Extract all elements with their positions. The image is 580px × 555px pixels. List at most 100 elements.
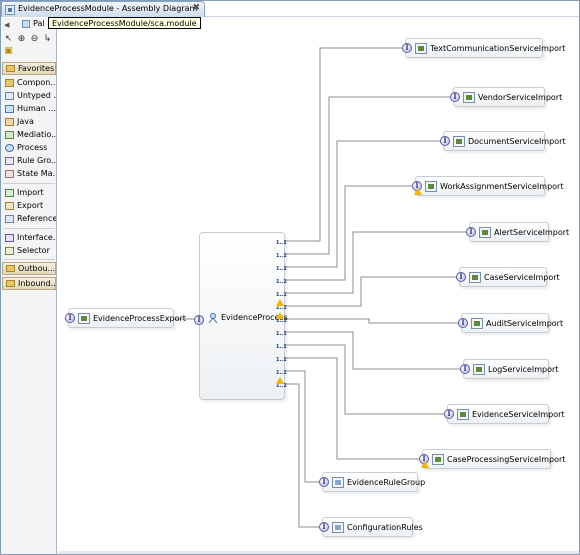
palette: ◀ Pal ↖ ⊕ ⊖ ↳ ▣ Favorites Compon... Unty…	[1, 18, 57, 554]
wire-document	[284, 140, 443, 268]
drawer-outbound[interactable]: Outbou...	[2, 262, 56, 275]
palette-item-label: State Ma...	[17, 169, 56, 178]
reference-multiplicity[interactable]: 1..1	[276, 266, 287, 272]
rule-group-icon	[332, 522, 344, 533]
palette-item-components[interactable]: Compon...	[2, 77, 56, 89]
export-node[interactable]: I EvidenceProcessExport	[65, 308, 186, 328]
warning-icon	[276, 312, 284, 319]
import-label: AuditServiceImport	[486, 319, 564, 328]
rule-group-icon	[5, 157, 14, 165]
rule-group-node-evidence[interactable]: I EvidenceRuleGroup	[319, 472, 425, 492]
interface-icon[interactable]: I	[194, 315, 204, 325]
interface-icon[interactable]: I	[319, 477, 329, 487]
process-component-node[interactable]: I EvidenceProcess 1..1 1..1 1..1 1..1 1.…	[194, 232, 288, 400]
import-node-case-processing[interactable]: I CaseProcessingServiceImport	[419, 449, 565, 469]
wire-work-assignment	[284, 185, 415, 281]
interface-icon[interactable]: I	[460, 364, 470, 374]
interface-icon[interactable]: I	[450, 92, 460, 102]
interface-icon[interactable]: I	[402, 43, 412, 53]
assembly-canvas[interactable]: I EvidenceProcessExport I EvidenceProces…	[58, 18, 579, 554]
warning-icon	[276, 299, 284, 306]
interface-map-icon	[5, 234, 14, 242]
drawer-favorites[interactable]: Favorites	[2, 62, 56, 75]
rule-group-node-configuration[interactable]: I ConfigurationRules	[319, 517, 423, 537]
import-icon	[469, 272, 481, 283]
palette-item-mediation[interactable]: Mediatio...	[2, 129, 56, 141]
import-node-log[interactable]: I LogServiceImport	[460, 359, 558, 379]
process-icon	[5, 144, 14, 152]
mediation-flow-icon	[5, 131, 14, 139]
zoom-out-icon[interactable]: ⊖	[29, 34, 40, 45]
palette-item-import[interactable]: Import	[2, 187, 56, 199]
interface-icon[interactable]: I	[458, 318, 468, 328]
folder-icon	[6, 280, 15, 287]
interface-icon[interactable]: I	[65, 313, 75, 323]
reference-multiplicity[interactable]: 1..1	[276, 357, 287, 363]
reference-multiplicity[interactable]: 1..1	[276, 331, 287, 337]
import-icon	[453, 136, 465, 147]
zoom-in-icon[interactable]: ⊕	[16, 34, 27, 45]
import-node-audit[interactable]: I AuditServiceImport	[458, 313, 563, 333]
collapse-palette-icon[interactable]: ◀	[4, 21, 9, 29]
reference-multiplicity[interactable]: 1..1	[276, 240, 287, 246]
palette-item-untyped[interactable]: Untyped ...	[2, 90, 56, 102]
palette-item-state-machine[interactable]: State Ma...	[2, 168, 56, 180]
select-arrow-icon[interactable]: ↖	[3, 34, 14, 45]
reference-multiplicity[interactable]: 1..1	[276, 370, 287, 376]
wire-tool-icon[interactable]: ↳	[42, 34, 53, 45]
reference-multiplicity[interactable]: 1..1	[276, 279, 287, 285]
close-icon[interactable]: ✖	[192, 3, 200, 13]
interface-icon[interactable]: I	[466, 227, 476, 237]
import-icon	[425, 181, 437, 192]
import-label: VendorServiceImport	[478, 93, 563, 102]
palette-title: Pal	[33, 19, 45, 28]
reference-multiplicity[interactable]: 1..1	[276, 292, 287, 298]
state-machine-icon	[5, 170, 14, 178]
interface-icon[interactable]: I	[456, 272, 466, 282]
reference-multiplicity[interactable]: 1..1	[276, 344, 287, 350]
folder-icon	[5, 79, 14, 87]
wire-case	[284, 276, 459, 307]
palette-item-rule-group[interactable]: Rule Gro...	[2, 155, 56, 167]
drawer-label: Favorites	[18, 64, 55, 73]
palette-item-label: Export	[17, 201, 44, 210]
palette-item-selector[interactable]: Selector	[2, 245, 56, 257]
export-icon	[5, 202, 14, 210]
import-node-document[interactable]: I DocumentServiceImport	[440, 131, 566, 151]
rule-group-label: EvidenceRuleGroup	[347, 478, 426, 487]
editor-tab-strip: EvidenceProcessModule - Assembly Diagram…	[1, 1, 579, 17]
import-node-text-communication[interactable]: I TextCommunicationServiceImport	[402, 38, 565, 58]
palette-item-label: Java	[17, 117, 34, 126]
folder-icon	[6, 65, 15, 72]
palette-item-label: Rule Gro...	[17, 156, 56, 165]
interface-icon[interactable]: I	[440, 136, 450, 146]
palette-item-process[interactable]: Process	[2, 142, 56, 154]
note-icon[interactable]: ▣	[3, 46, 14, 57]
palette-item-label: Mediatio...	[17, 130, 56, 139]
interface-icon[interactable]: I	[319, 522, 329, 532]
warning-icon	[276, 377, 284, 384]
export-label: EvidenceProcessExport	[93, 314, 186, 323]
rule-group-icon	[332, 477, 344, 488]
import-node-alert[interactable]: I AlertServiceImport	[466, 222, 569, 242]
palette-item-export[interactable]: Export	[2, 200, 56, 212]
selector-icon	[5, 247, 14, 255]
import-node-evidence[interactable]: I EvidenceServiceImport	[444, 404, 565, 424]
drawer-inbound[interactable]: Inbound...	[2, 277, 56, 290]
palette-item-label: References	[17, 214, 56, 223]
palette-item-references[interactable]: References	[2, 213, 56, 225]
references-icon	[5, 215, 14, 223]
import-node-work-assignment[interactable]: I WorkAssignmentServiceImport	[412, 176, 563, 196]
tab-assembly-diagram[interactable]: EvidenceProcessModule - Assembly Diagram…	[1, 1, 205, 17]
import-label: AlertServiceImport	[494, 228, 570, 237]
palette-item-interface[interactable]: Interface...	[2, 232, 56, 244]
drawer-label: Outbou...	[18, 264, 56, 273]
palette-item-human-task[interactable]: Human ...	[2, 103, 56, 115]
reference-multiplicity[interactable]: 1..1	[276, 253, 287, 259]
import-node-vendor[interactable]: I VendorServiceImport	[450, 87, 562, 107]
interface-icon[interactable]: I	[444, 409, 454, 419]
palette-item-java[interactable]: Java	[2, 116, 56, 128]
java-icon	[5, 118, 14, 126]
palette-item-label: Import	[17, 188, 44, 197]
import-node-case[interactable]: I CaseServiceImport	[456, 267, 560, 287]
